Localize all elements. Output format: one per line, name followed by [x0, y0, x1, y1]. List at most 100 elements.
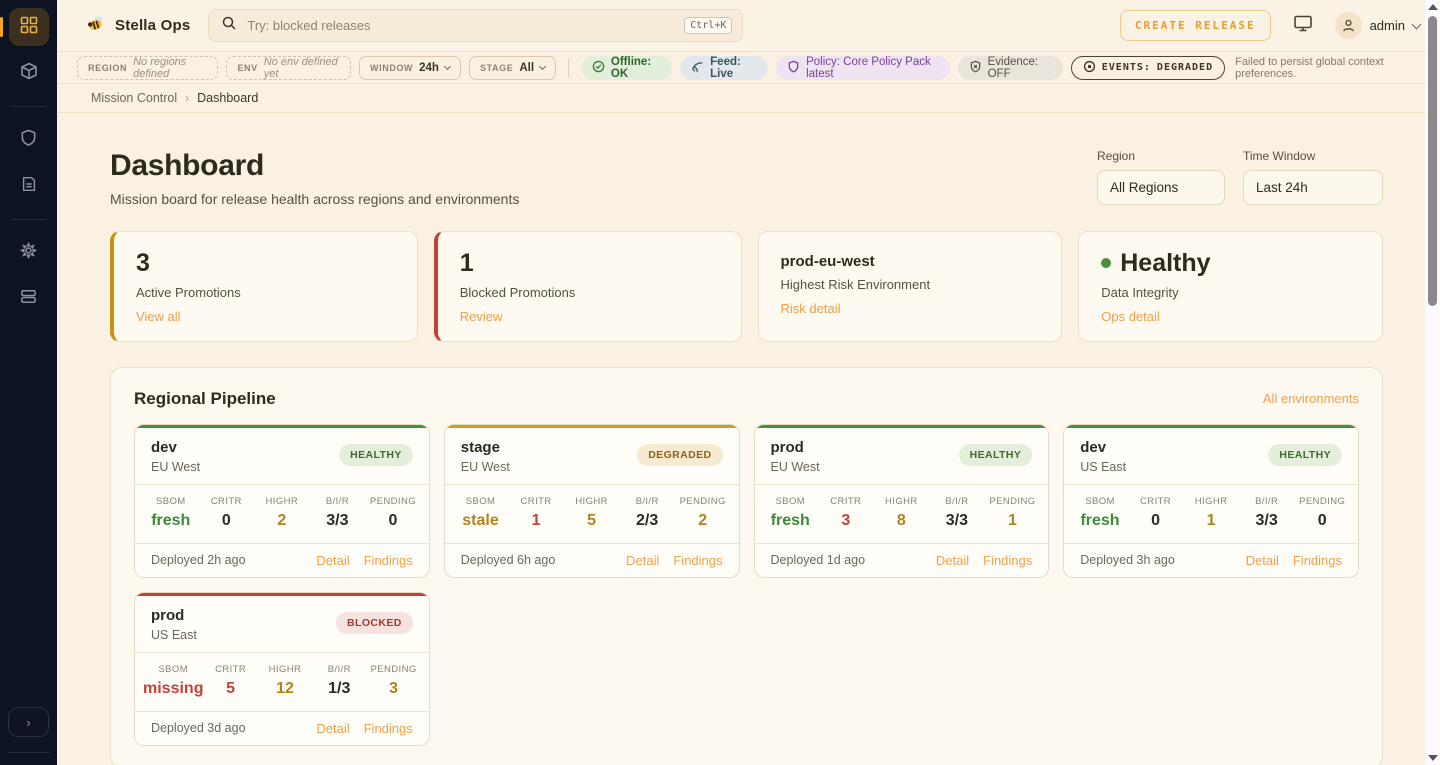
- env-region: EU West: [461, 460, 510, 474]
- window-dropdown-value: 24h: [419, 62, 439, 74]
- window-dropdown[interactable]: WINDOW 24h: [359, 56, 461, 80]
- sidebar-bottom-divider: [8, 752, 49, 753]
- detail-link[interactable]: Detail: [316, 721, 349, 736]
- sidebar-item-security[interactable]: [9, 121, 49, 159]
- findings-link[interactable]: Findings: [983, 553, 1032, 568]
- deployed-text: Deployed 3d ago: [151, 721, 246, 735]
- stat-value-highr: 2: [254, 512, 310, 530]
- pipeline-card-dev-eu-west: dev EU West HEALTHY SBOMfresh CRITR0 HIG…: [134, 424, 430, 578]
- shield-icon: [19, 128, 38, 152]
- detail-link[interactable]: Detail: [1246, 553, 1279, 568]
- env-chip-label: ENV: [237, 63, 257, 73]
- stat-header-highr: HIGHR: [564, 496, 620, 507]
- evidence-status-chip: Evidence: OFF: [958, 56, 1063, 80]
- monitor-icon[interactable]: [1293, 14, 1313, 38]
- stat-cards: 3 Active Promotions View all 1 Blocked P…: [110, 231, 1383, 342]
- breadcrumb-mission-control[interactable]: Mission Control: [91, 91, 177, 105]
- env-name: stage: [461, 439, 510, 456]
- stat-value-bir: 3/3: [310, 512, 366, 530]
- findings-link[interactable]: Findings: [364, 553, 413, 568]
- gear-icon: [19, 241, 38, 265]
- sidebar-item-releases[interactable]: [9, 54, 49, 92]
- region-chip-label: REGION: [88, 63, 127, 73]
- stat-value-pending: 1: [985, 512, 1041, 530]
- data-integrity-value: Healthy: [1101, 249, 1360, 278]
- stat-header-bir: B/I/R: [929, 496, 985, 507]
- sidebar-item-infrastructure[interactable]: [9, 280, 49, 318]
- stat-header-bir: B/I/R: [619, 496, 675, 507]
- detail-link[interactable]: Detail: [626, 553, 659, 568]
- findings-link[interactable]: Findings: [364, 721, 413, 736]
- stat-header-critr: CRITR: [203, 664, 257, 675]
- scrollbar-down-arrow[interactable]: [1428, 755, 1438, 761]
- global-search[interactable]: Ctrl+K: [208, 9, 743, 42]
- stat-header-bir: B/I/R: [1239, 496, 1295, 507]
- scrollbar-thumb[interactable]: [1428, 16, 1437, 306]
- sidebar-item-settings[interactable]: [9, 234, 49, 272]
- stat-value-critr: 1: [508, 512, 564, 530]
- events-status-chip: EVENTS: DEGRADED: [1071, 56, 1225, 80]
- view-all-link[interactable]: View all: [136, 309, 181, 324]
- findings-link[interactable]: Findings: [1293, 553, 1342, 568]
- review-link[interactable]: Review: [460, 309, 503, 324]
- evidence-status-label: Evidence: OFF: [988, 56, 1052, 80]
- all-environments-link[interactable]: All environments: [1263, 391, 1359, 406]
- breadcrumb: Mission Control › Dashboard: [57, 84, 1440, 113]
- stat-header-pending: PENDING: [366, 664, 420, 675]
- vertical-scrollbar[interactable]: [1425, 0, 1440, 765]
- risk-detail-link[interactable]: Risk detail: [781, 301, 841, 316]
- avatar: [1335, 12, 1362, 39]
- stat-header-sbom: SBOM: [143, 496, 199, 507]
- pipeline-card-prod-us-east: prod US East BLOCKED SBOMmissing CRITR5 …: [134, 592, 430, 746]
- stage-dropdown[interactable]: STAGE All: [469, 56, 556, 80]
- check-circle-icon: [592, 60, 605, 76]
- active-promotions-card: 3 Active Promotions View all: [110, 231, 418, 342]
- findings-link[interactable]: Findings: [673, 553, 722, 568]
- highest-risk-label: Highest Risk Environment: [781, 277, 1040, 292]
- breadcrumb-dashboard: Dashboard: [197, 91, 258, 105]
- chevron-down-icon: [444, 63, 451, 70]
- regional-pipeline-title: Regional Pipeline: [134, 389, 276, 409]
- sidebar-item-documents[interactable]: [9, 167, 49, 205]
- create-release-button[interactable]: CREATE RELEASE: [1120, 10, 1271, 41]
- active-promotions-value: 3: [136, 249, 395, 278]
- feed-status-chip: Feed: Live: [680, 56, 768, 80]
- rss-icon: [691, 60, 704, 76]
- detail-link[interactable]: Detail: [936, 553, 969, 568]
- scrollbar-up-arrow[interactable]: [1428, 4, 1438, 10]
- shield-x-icon: [969, 60, 982, 76]
- user-menu[interactable]: admin: [1335, 12, 1420, 39]
- time-window-filter-value: Last 24h: [1256, 180, 1308, 195]
- stat-value-bir: 2/3: [619, 512, 675, 530]
- deployed-text: Deployed 6h ago: [461, 553, 556, 567]
- stat-value-critr: 0: [199, 512, 255, 530]
- region-filter: Region All Regions: [1097, 149, 1225, 207]
- time-window-filter-label: Time Window: [1243, 149, 1383, 163]
- sidebar-divider: [11, 219, 47, 220]
- stat-value-pending: 0: [365, 512, 421, 530]
- pipeline-card-dev-us-east: dev US East HEALTHY SBOMfresh CRITR0 HIG…: [1063, 424, 1359, 578]
- search-input[interactable]: [247, 18, 674, 33]
- page-title: Dashboard: [110, 149, 519, 183]
- detail-link[interactable]: Detail: [316, 553, 349, 568]
- stat-header-pending: PENDING: [985, 496, 1041, 507]
- ops-detail-link[interactable]: Ops detail: [1101, 309, 1160, 324]
- region-chip[interactable]: REGION No regions defined: [77, 56, 218, 80]
- time-window-filter-select[interactable]: Last 24h: [1243, 170, 1383, 205]
- user-name: admin: [1370, 18, 1405, 33]
- region-filter-select[interactable]: All Regions: [1097, 170, 1225, 205]
- target-icon: [1083, 60, 1096, 76]
- env-chip[interactable]: ENV No env defined yet: [226, 56, 351, 80]
- env-name: dev: [151, 439, 200, 456]
- stat-header-critr: CRITR: [508, 496, 564, 507]
- stat-header-sbom: SBOM: [143, 664, 203, 675]
- sidebar-item-dashboard[interactable]: [9, 8, 49, 46]
- stat-header-bir: B/I/R: [312, 664, 366, 675]
- highest-risk-value: prod-eu-west: [781, 253, 1040, 270]
- brand[interactable]: Stella Ops: [85, 13, 190, 38]
- context-toolbar: REGION No regions defined ENV No env def…: [57, 52, 1440, 84]
- stat-value-sbom: fresh: [763, 512, 819, 530]
- stat-header-sbom: SBOM: [763, 496, 819, 507]
- sidebar-expand-button[interactable]: ›: [8, 707, 49, 737]
- toolbar-divider: [568, 59, 569, 77]
